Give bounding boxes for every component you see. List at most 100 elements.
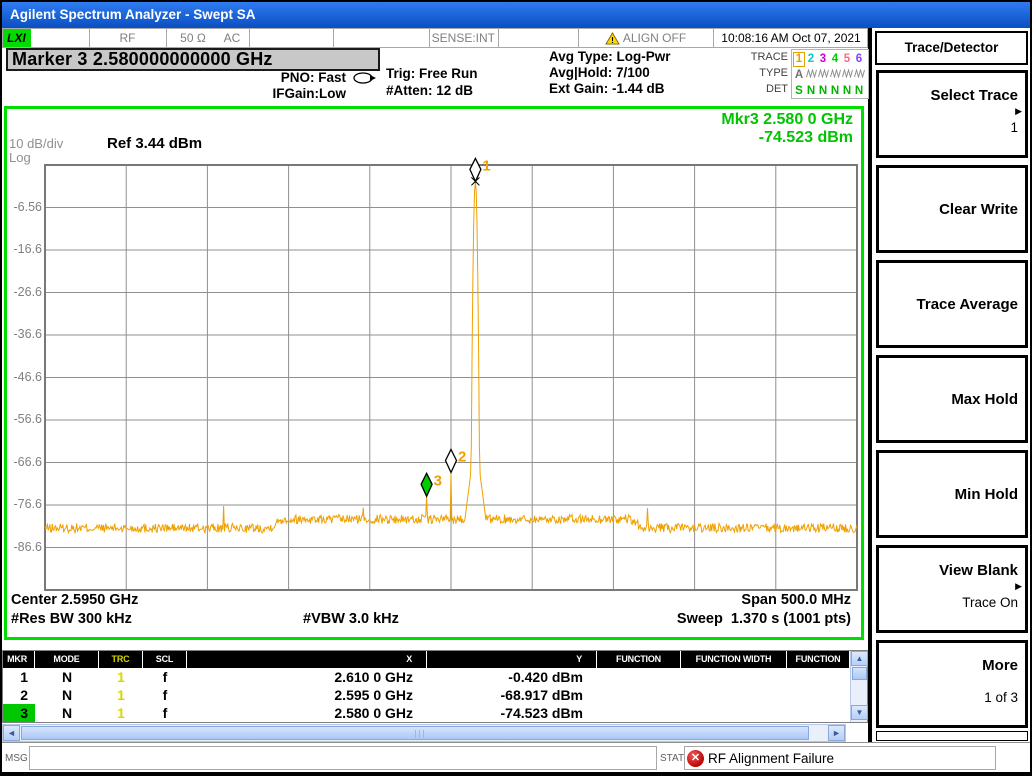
menu-button-label: Trace Average [917, 296, 1018, 313]
y-tick-label: -46.6 [7, 370, 42, 384]
avg-type-label: Avg Type: Log-Pwr [549, 49, 671, 64]
menu-button-label: Clear Write [939, 201, 1018, 218]
scroll-down-button[interactable]: ▼ [851, 705, 868, 720]
log-scale-label: Log [9, 150, 31, 165]
softkey-menu-panel: Trace/Detector Select Trace ▶ 1 Clear Write… [870, 28, 1030, 742]
marker-diamond [421, 473, 432, 496]
marker-table-body: 1N1f2.610 0 GHz-0.420 dBm2N1f2.595 0 GHz… [3, 668, 867, 722]
align-indicator: ! ALIGN OFF [578, 29, 713, 47]
marker-table-column-header: MODE [35, 651, 99, 668]
warning-icon: ! [605, 32, 620, 45]
marker-table-vscrollbar[interactable]: ▲ ▼ [850, 651, 867, 722]
trace-row-label: TRACE [718, 51, 788, 63]
menu-button-min-hold[interactable]: Min Hold [876, 450, 1028, 538]
divider [498, 29, 499, 47]
status-text: RF Alignment Failure [708, 751, 834, 766]
y-tick-label: -36.6 [7, 327, 42, 341]
trace-number: 2 [805, 53, 817, 66]
menu-button-more[interactable]: More1 of 3 [876, 640, 1028, 728]
marker-table-hscrollbar[interactable]: ◄ ► [2, 724, 846, 742]
menu-button-max-hold[interactable]: Max Hold [876, 355, 1028, 443]
marker-table-row[interactable]: 2N1f2.595 0 GHz-68.917 dBm [3, 686, 850, 704]
marker-number-label: 2 [458, 449, 466, 466]
marker-table-column-header: SCL [143, 651, 187, 668]
scale-per-div-label: 10 dB/div [9, 136, 63, 151]
marker-table-cell-scl: f [143, 704, 187, 722]
hscroll-thumb[interactable] [21, 726, 809, 740]
marker-table-row[interactable]: 1N1f2.610 0 GHz-0.420 dBm [3, 668, 850, 686]
marker-table-cell-function [597, 686, 681, 704]
trace-detector: N [817, 85, 829, 98]
marker-table-cell-mode: N [35, 668, 99, 686]
marker-table-cell-function_value [787, 704, 850, 722]
marker-table-column-header: MKR [3, 651, 35, 668]
marker-table-cell-function_width [681, 668, 787, 686]
marker-readout-freq: Mkr3 2.580 0 GHz [721, 111, 853, 129]
y-tick-label: -86.6 [7, 540, 42, 554]
scroll-right-button[interactable]: ► [828, 725, 845, 741]
attenuation-label: #Atten: 12 dB [386, 83, 473, 98]
trace-type-icon [817, 69, 829, 82]
trace-numbers-row: 123456 [793, 51, 867, 67]
trace-number: 3 [817, 53, 829, 66]
trace-type-icon [829, 69, 841, 82]
vscroll-thumb[interactable] [852, 667, 867, 680]
marker-table-column-header: TRC [99, 651, 143, 668]
menu-header: Trace/Detector [875, 31, 1028, 65]
status-row: LXI RF 50 Ω AC SENSE:INT ! ALIGN OFF 10:… [2, 28, 868, 48]
divider [166, 29, 167, 47]
marker-table-row[interactable]: 3N1f2.580 0 GHz-74.523 dBm [3, 704, 850, 722]
res-bw-label: #Res BW 300 kHz [11, 611, 132, 627]
menu-button-clear-write[interactable]: Clear Write [876, 165, 1028, 253]
menu-buttons: Select Trace ▶ 1 Clear Write Trace Average Ma… [876, 70, 1028, 735]
marker-table-cell-x: 2.580 0 GHz [187, 704, 427, 722]
marker-table-cell-y: -0.420 dBm [427, 668, 597, 686]
marker-table-cell-function_width [681, 686, 787, 704]
menu-button-select-trace[interactable]: Select Trace ▶ 1 [876, 70, 1028, 158]
filler [846, 722, 868, 742]
msg-field [29, 746, 657, 770]
y-tick-label: -76.6 [7, 497, 42, 511]
menu-button-sub-label: 1 [1010, 120, 1018, 135]
marker-table: MKRMODETRCSCLXYFUNCTIONFUNCTION WIDTHFUN… [2, 650, 868, 723]
menu-button-sub-label: 1 of 3 [984, 690, 1018, 705]
menu-button-trace-average[interactable]: Trace Average [876, 260, 1028, 348]
impedance-indicator: 50 Ω [171, 29, 215, 47]
y-tick-label: -66.6 [7, 455, 42, 469]
trace-detector: N [841, 85, 853, 98]
scroll-left-button[interactable]: ◄ [3, 725, 20, 741]
span-label: Span 500.0 MHz [741, 592, 851, 608]
ifgain-label: IFGain:Low [240, 86, 346, 101]
marker-table-cell-mkr: 1 [3, 668, 35, 686]
marker-table-cell-x: 2.610 0 GHz [187, 668, 427, 686]
lxi-badge: LXI [3, 29, 31, 47]
submenu-arrow-icon: ▶ [1015, 106, 1022, 117]
trace-type-icon: A [793, 69, 805, 82]
scroll-up-button[interactable]: ▲ [851, 651, 868, 666]
scroll-grip [415, 730, 424, 738]
sense-indicator: SENSE:INT [429, 29, 495, 47]
marker-table-cell-function_value [787, 686, 850, 704]
marker-table-column-header: FUNCTION [597, 651, 681, 668]
status-field: ✕ RF Alignment Failure [684, 746, 996, 770]
marker-table-cell-mkr: 2 [3, 686, 35, 704]
type-row-label: TYPE [718, 67, 788, 79]
ext-gain-label: Ext Gain: -1.44 dB [549, 81, 665, 96]
menu-button-view-blank[interactable]: View Blank▶Trace On [876, 545, 1028, 633]
marker-table-cell-scl: f [143, 668, 187, 686]
trace-type-icon [805, 69, 817, 82]
marker-table-cell-y: -68.917 dBm [427, 686, 597, 704]
rf-indicator: RF [89, 29, 166, 47]
marker-readout: Mkr3 2.580 0 GHz -74.523 dBm [721, 111, 853, 147]
submenu-arrow-icon: ▶ [1015, 581, 1022, 592]
message-bar: MSG STATUS ✕ RF Alignment Failure [2, 742, 1030, 772]
marker-readout-ampl: -74.523 dBm [721, 129, 853, 147]
divider [249, 29, 250, 47]
menu-button-label: Select Trace [930, 87, 1018, 104]
marker-table-cell-function [597, 668, 681, 686]
det-row-label: DET [718, 83, 788, 95]
trace-number: 4 [829, 53, 841, 66]
marker-table-cell-scl: f [143, 686, 187, 704]
center-freq-label: Center 2.5950 GHz [11, 592, 138, 608]
marker-table-cell-trc: 1 [99, 686, 143, 704]
